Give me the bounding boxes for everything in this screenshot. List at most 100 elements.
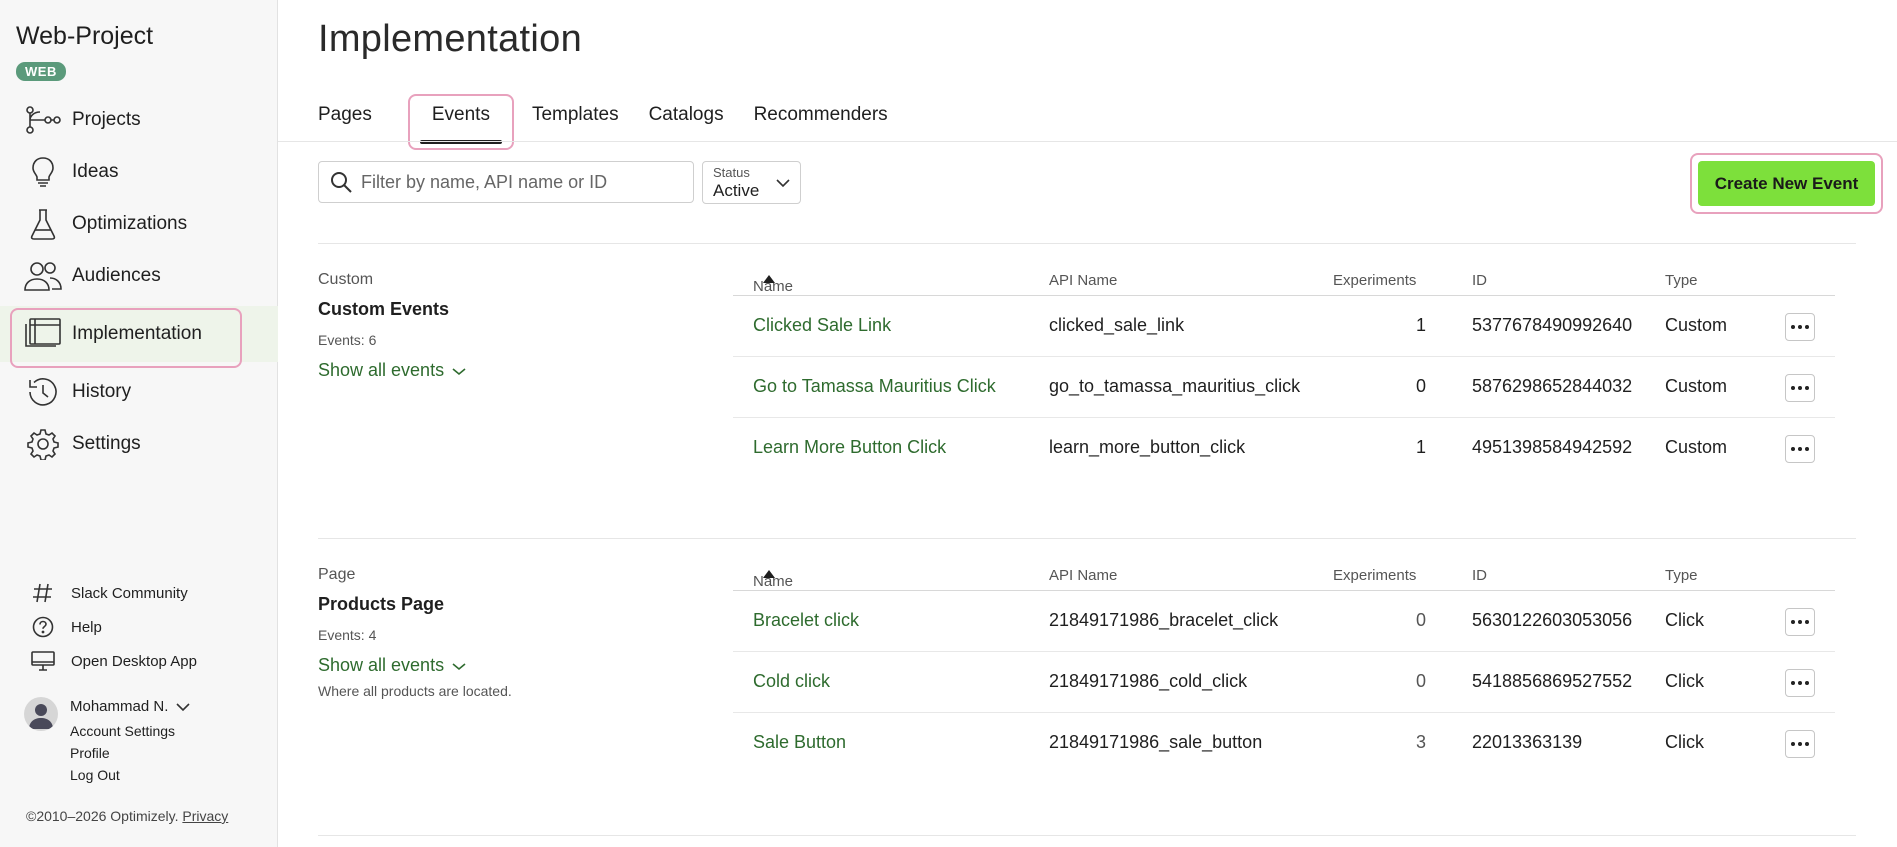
privacy-link[interactable]: Privacy: [182, 808, 228, 824]
nav-item-ideas[interactable]: Ideas: [0, 146, 278, 198]
nav-label: History: [72, 381, 132, 402]
gear-icon: [27, 429, 59, 460]
tab-label: Templates: [531, 104, 619, 125]
events-table: Name API Name Experiments ID Type Bracel…: [733, 561, 1835, 774]
show-all-events-link[interactable]: Show all events: [318, 655, 466, 676]
api-name: go_to_tamassa_mauritius_click: [1049, 376, 1301, 396]
tab-label: Pages: [318, 104, 372, 125]
flask-icon: [30, 209, 56, 240]
ellipsis-icon: [1791, 681, 1809, 685]
create-new-event-button[interactable]: Create New Event: [1698, 161, 1875, 206]
col-id-header: ID: [1472, 567, 1487, 584]
utility-links: Slack Community Help Open Desktop App: [0, 576, 278, 678]
chevron-down-icon: [176, 702, 190, 711]
avatar[interactable]: [24, 697, 58, 731]
ellipsis-icon: [1791, 386, 1809, 390]
help-link[interactable]: Help: [0, 610, 278, 644]
api-name: 21849171986_sale_button: [1049, 732, 1263, 752]
slack-community-link[interactable]: Slack Community: [0, 576, 278, 610]
event-type: Click: [1665, 671, 1704, 691]
monitor-icon: [31, 651, 55, 671]
profile-link[interactable]: Profile: [70, 742, 175, 764]
more-actions-button[interactable]: [1785, 435, 1815, 463]
more-actions-button[interactable]: [1785, 669, 1815, 697]
status-select[interactable]: Status Active: [702, 161, 801, 204]
more-actions-button[interactable]: [1785, 730, 1815, 758]
ellipsis-icon: [1791, 447, 1809, 451]
user-name-toggle[interactable]: Mohammad N.: [70, 698, 190, 715]
group-title: Custom Events: [318, 299, 450, 319]
avatar-icon: [29, 704, 53, 729]
user-name: Mohammad N.: [70, 698, 169, 715]
tab-templates[interactable]: Templates: [532, 96, 619, 140]
event-name-link[interactable]: Go to Tamassa Mauritius Click: [753, 376, 996, 397]
account-settings-link[interactable]: Account Settings: [70, 720, 175, 742]
col-api-header: API Name: [1049, 567, 1118, 584]
event-name-link[interactable]: Clicked Sale Link: [753, 315, 891, 336]
api-name: 21849171986_cold_click: [1049, 671, 1248, 691]
main-nav: Projects Ideas Optimizations Audiences I…: [0, 94, 278, 470]
event-name-link[interactable]: Learn More Button Click: [753, 437, 946, 458]
sidebar: Web-Project WEB Projects Ideas Optimizat…: [0, 0, 278, 847]
col-name-header[interactable]: Name: [753, 272, 793, 295]
copyright: ©2010–2026 Optimizely. Privacy: [26, 808, 228, 824]
tab-events[interactable]: Events: [407, 94, 514, 150]
nav-item-settings[interactable]: Settings: [0, 418, 278, 470]
table-row: Bracelet click 21849171986_bracelet_clic…: [733, 591, 1835, 652]
tab-recommenders[interactable]: Recommenders: [754, 96, 888, 140]
event-name-link[interactable]: Cold click: [753, 671, 830, 692]
history-icon: [29, 378, 57, 406]
ellipsis-icon: [1791, 325, 1809, 329]
nav-label: Ideas: [72, 161, 119, 182]
event-type: Click: [1665, 732, 1704, 752]
nav-item-optimizations[interactable]: Optimizations: [0, 198, 278, 250]
group-count: Events: 6: [318, 332, 377, 348]
experiments-count: 0: [1415, 610, 1426, 630]
nav-label: Projects: [72, 109, 141, 130]
tab-catalogs[interactable]: Catalogs: [649, 96, 724, 140]
api-name: clicked_sale_link: [1049, 315, 1185, 335]
col-experiments-header: Experiments: [1333, 567, 1417, 584]
table-header: Name API Name Experiments ID Type: [733, 561, 1835, 591]
log-out-link[interactable]: Log Out: [70, 764, 175, 786]
nav-item-implementation[interactable]: Implementation: [0, 306, 278, 368]
group-description: Where all products are located.: [318, 683, 512, 699]
event-name-link[interactable]: Sale Button: [753, 732, 846, 753]
project-title[interactable]: Web-Project: [16, 22, 153, 51]
more-actions-button[interactable]: [1785, 313, 1815, 341]
table-row: Sale Button 21849171986_sale_button 3 22…: [733, 713, 1835, 774]
util-label: Slack Community: [71, 584, 188, 602]
chevron-down-icon: [776, 179, 790, 188]
user-links: Account Settings Profile Log Out: [70, 720, 175, 786]
table-row: Clicked Sale Link clicked_sale_link 1 53…: [733, 296, 1835, 357]
group-title: Products Page: [318, 594, 445, 614]
event-type: Click: [1665, 610, 1704, 630]
show-all-events-link[interactable]: Show all events: [318, 360, 466, 381]
col-name-header[interactable]: Name: [753, 567, 793, 590]
nav-item-audiences[interactable]: Audiences: [0, 250, 278, 302]
col-api-header: API Name: [1049, 272, 1118, 289]
event-type: Custom: [1665, 315, 1728, 335]
util-label: Open Desktop App: [71, 652, 197, 670]
event-id: 4951398584942592: [1472, 437, 1633, 457]
chevron-down-icon: [452, 662, 466, 670]
tab-label: Catalogs: [648, 104, 724, 125]
tab-bar: Pages Events Templates Catalogs Recommen…: [318, 94, 918, 150]
section-divider: [318, 835, 1856, 836]
page-title: Implementation: [318, 18, 583, 60]
tab-pages[interactable]: Pages: [318, 96, 372, 140]
copyright-text: ©2010–2026 Optimizely.: [26, 808, 179, 824]
col-label: Name: [753, 573, 794, 590]
nav-item-history[interactable]: History: [0, 366, 278, 418]
more-actions-button[interactable]: [1785, 374, 1815, 402]
open-desktop-app-link[interactable]: Open Desktop App: [0, 644, 278, 678]
col-label: Name: [753, 278, 794, 295]
search-input[interactable]: [361, 171, 681, 193]
users-icon: [24, 262, 62, 291]
nav-label: Optimizations: [72, 213, 188, 234]
more-actions-button[interactable]: [1785, 608, 1815, 636]
nav-item-projects[interactable]: Projects: [0, 94, 278, 146]
experiments-count: 3: [1415, 732, 1426, 752]
event-name-link[interactable]: Bracelet click: [753, 610, 859, 631]
search-box: [318, 161, 694, 203]
